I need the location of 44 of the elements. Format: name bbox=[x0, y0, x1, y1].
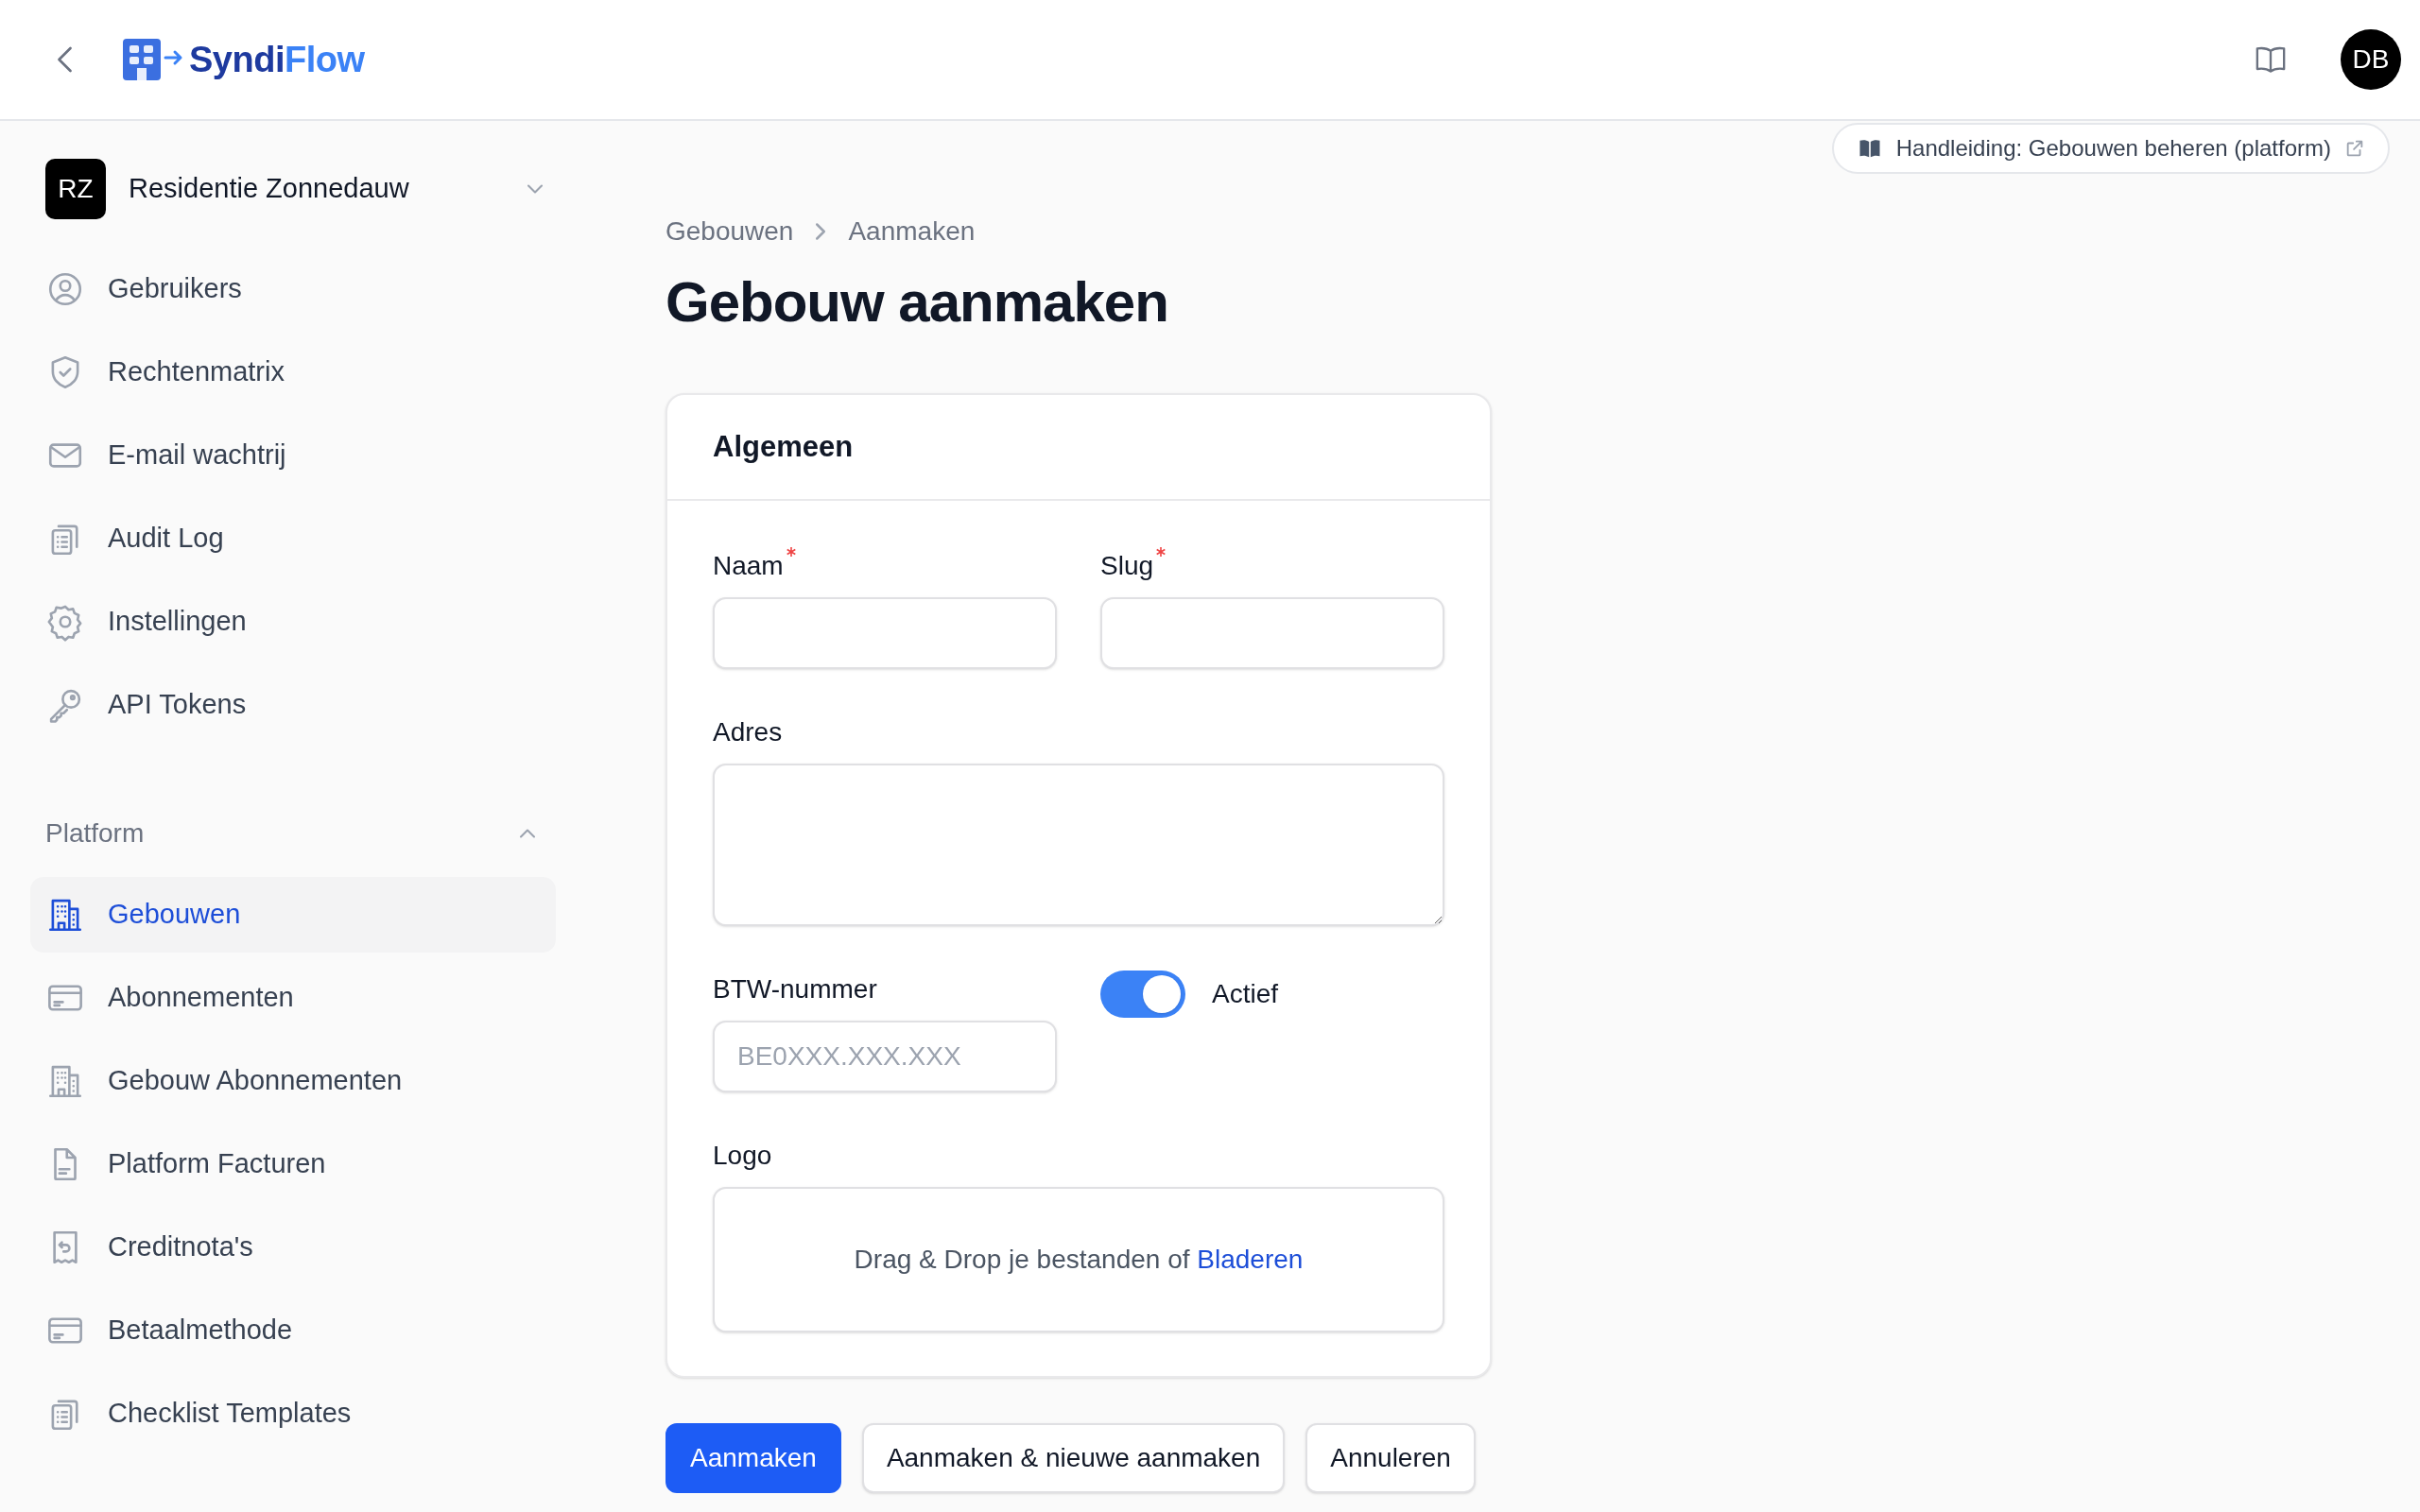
chevron-right-icon bbox=[816, 222, 826, 241]
nav-item[interactable]: Rechtenmatrix bbox=[30, 335, 556, 410]
nav-item[interactable]: Audit Log bbox=[30, 501, 556, 576]
card-title: Algemeen bbox=[713, 428, 854, 465]
section-heading: Platform bbox=[45, 817, 146, 850]
external-link-icon bbox=[2344, 138, 2365, 159]
nav-item[interactable]: Platform Facturen bbox=[30, 1126, 556, 1202]
required-icon bbox=[1155, 546, 1167, 558]
breadcrumb-link[interactable]: Aanmaken bbox=[848, 212, 976, 251]
nav-item[interactable]: Creditnota's bbox=[30, 1210, 556, 1285]
nav-item[interactable]: Checklist Templates bbox=[30, 1376, 556, 1452]
breadcrumb-link[interactable]: Gebouwen bbox=[666, 212, 794, 251]
browse-link[interactable]: Bladeren bbox=[1197, 1245, 1304, 1274]
org-name[interactable]: Residentie Zonnedauw bbox=[129, 168, 522, 210]
secondary-button[interactable]: Annuleren bbox=[1305, 1423, 1476, 1493]
dropzone-text: Drag & Drop je bestanden of Bladeren bbox=[854, 1244, 1304, 1276]
guide-link[interactable]: Handleiding: Gebouwen beheren (platform) bbox=[1831, 123, 2390, 174]
nav-item[interactable]: Gebruikers bbox=[30, 251, 556, 327]
page-title: Gebouw aanmaken bbox=[666, 269, 1169, 335]
text-area[interactable] bbox=[713, 764, 1444, 926]
org-avatar: RZ bbox=[45, 159, 106, 219]
input-field[interactable] bbox=[1100, 597, 1444, 669]
toggle-switch[interactable] bbox=[1100, 971, 1185, 1018]
nav-item[interactable]: Gebouwen bbox=[30, 877, 556, 953]
field-label: BTW-nummer bbox=[713, 973, 877, 1005]
nav-item[interactable]: E-mail wachtrij bbox=[30, 418, 556, 493]
field-label: Adres bbox=[713, 716, 783, 748]
logo-text: SyndiFlow bbox=[189, 38, 365, 81]
file-dropzone[interactable]: Drag & Drop je bestanden of Bladeren bbox=[713, 1187, 1444, 1332]
field-label: Naam bbox=[713, 550, 784, 582]
nav-item[interactable]: API Tokens bbox=[30, 667, 556, 743]
input-field[interactable]: BE0XXX.XXX.XXX bbox=[713, 1021, 1057, 1092]
user-avatar[interactable]: DB bbox=[2341, 29, 2401, 90]
required-icon bbox=[785, 546, 797, 558]
submit-button[interactable]: Aanmaken bbox=[666, 1423, 841, 1493]
nav-item[interactable]: Gebouw Abonnementen bbox=[30, 1043, 556, 1119]
input-field[interactable] bbox=[713, 597, 1057, 669]
secondary-button[interactable]: Aanmaken & nieuwe aanmaken bbox=[861, 1423, 1286, 1493]
field-label: Logo bbox=[713, 1140, 772, 1172]
nav-item[interactable]: Abonnementen bbox=[30, 960, 556, 1036]
nav-item[interactable]: Instellingen bbox=[30, 584, 556, 660]
toggle-label: Actief bbox=[1212, 978, 1279, 1010]
nav-item[interactable]: Betaalmethode bbox=[30, 1293, 556, 1368]
field-label: Slug bbox=[1100, 550, 1154, 582]
